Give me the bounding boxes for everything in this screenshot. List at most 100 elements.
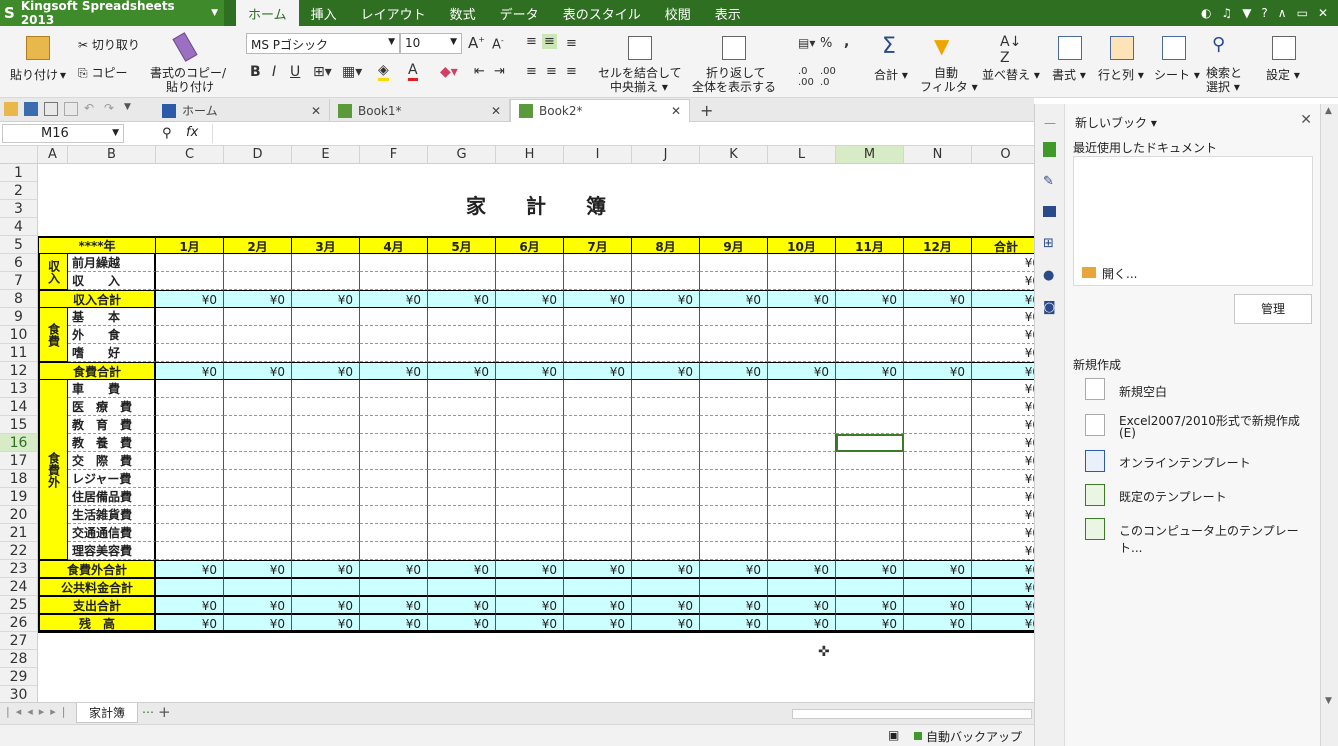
row-header[interactable]: 24 <box>0 578 38 596</box>
data-cell[interactable] <box>768 398 836 416</box>
data-cell[interactable] <box>156 308 224 326</box>
total-header-cell[interactable]: 合計 <box>972 236 1034 254</box>
menu-item[interactable]: 校閲 <box>653 0 703 26</box>
underline-icon[interactable]: U <box>290 64 300 80</box>
data-cell[interactable] <box>632 344 700 362</box>
data-cell[interactable] <box>564 506 632 524</box>
data-cell[interactable] <box>156 452 224 470</box>
row-header[interactable]: 13 <box>0 380 38 398</box>
data-cell[interactable] <box>768 452 836 470</box>
row-label-cell[interactable]: 嗜 好 <box>68 344 156 362</box>
data-cell[interactable] <box>224 326 292 344</box>
data-cell[interactable] <box>156 254 224 272</box>
scroll-down-icon[interactable]: ▼ <box>1325 696 1332 706</box>
data-cell[interactable] <box>496 488 564 506</box>
total-cell[interactable]: ¥0 <box>972 272 1034 290</box>
column-header[interactable]: M <box>836 146 904 164</box>
data-cell[interactable] <box>700 326 768 344</box>
column-header[interactable]: O <box>972 146 1034 164</box>
group-label-cell[interactable]: 食費 <box>38 308 68 362</box>
total-cell[interactable]: ¥0 <box>972 326 1034 344</box>
data-cell[interactable] <box>224 452 292 470</box>
data-cell[interactable] <box>836 344 904 362</box>
column-header[interactable]: B <box>68 146 156 164</box>
align-right-icon[interactable]: ≡ <box>566 64 577 79</box>
data-cell[interactable] <box>836 488 904 506</box>
sum-button[interactable]: 合計 ▾ <box>874 66 908 83</box>
select-icon[interactable] <box>1043 206 1056 217</box>
data-cell[interactable] <box>700 542 768 560</box>
data-cell[interactable] <box>496 452 564 470</box>
data-cell[interactable] <box>700 488 768 506</box>
data-cell[interactable] <box>428 380 496 398</box>
data-cell[interactable] <box>904 398 972 416</box>
font-color-icon[interactable]: A <box>408 62 418 81</box>
data-cell[interactable] <box>632 398 700 416</box>
data-cell[interactable] <box>904 470 972 488</box>
grand-total-cell[interactable]: ¥0 <box>972 560 1034 578</box>
total-data-cell[interactable]: ¥0 <box>156 560 224 578</box>
total-cell[interactable]: ¥0 <box>972 434 1034 452</box>
total-data-cell[interactable]: ¥0 <box>768 596 836 614</box>
data-cell[interactable] <box>904 524 972 542</box>
row-label-cell[interactable]: 収 入 <box>68 272 156 290</box>
total-data-cell[interactable]: ¥0 <box>292 362 360 380</box>
data-cell[interactable] <box>700 272 768 290</box>
data-cell[interactable] <box>428 326 496 344</box>
row-header[interactable]: 12 <box>0 362 38 380</box>
data-cell[interactable] <box>224 380 292 398</box>
data-cell[interactable] <box>700 452 768 470</box>
total-data-cell[interactable] <box>564 578 632 596</box>
data-cell[interactable] <box>224 542 292 560</box>
data-cell[interactable] <box>360 326 428 344</box>
row-label-cell[interactable]: 基 本 <box>68 308 156 326</box>
total-data-cell[interactable]: ¥0 <box>496 560 564 578</box>
manage-button[interactable]: 管理 <box>1234 294 1312 324</box>
data-cell[interactable] <box>156 434 224 452</box>
close-tab-icon[interactable]: ✕ <box>671 104 681 118</box>
data-cell[interactable] <box>156 380 224 398</box>
sort-button[interactable]: 並べ替え ▾ <box>982 66 1040 83</box>
data-cell[interactable] <box>428 308 496 326</box>
menu-item[interactable]: レイアウト <box>349 0 438 26</box>
data-cell[interactable] <box>292 434 360 452</box>
save-status-icon[interactable]: ▣ <box>888 728 899 742</box>
total-data-cell[interactable]: ¥0 <box>360 290 428 308</box>
total-data-cell[interactable]: ¥0 <box>224 560 292 578</box>
total-data-cell[interactable] <box>632 578 700 596</box>
currency-icon[interactable]: ▤▾ <box>798 36 815 50</box>
row-header[interactable]: 16 <box>0 434 38 452</box>
row-header[interactable]: 6 <box>0 254 38 272</box>
month-header-cell[interactable]: 8月 <box>632 236 700 254</box>
data-cell[interactable] <box>496 542 564 560</box>
data-cell[interactable] <box>564 326 632 344</box>
data-cell[interactable] <box>156 506 224 524</box>
data-cell[interactable] <box>700 470 768 488</box>
row-header[interactable]: 19 <box>0 488 38 506</box>
total-row-label-cell[interactable]: 食費外合計 <box>38 560 156 578</box>
total-data-cell[interactable] <box>292 578 360 596</box>
data-cell[interactable] <box>428 542 496 560</box>
row-label-cell[interactable]: 交通通信費 <box>68 524 156 542</box>
data-cell[interactable] <box>156 542 224 560</box>
scroll-up-icon[interactable]: ▲ <box>1325 106 1332 116</box>
month-header-cell[interactable]: 1月 <box>156 236 224 254</box>
row-label-cell[interactable]: 住居備品費 <box>68 488 156 506</box>
total-data-cell[interactable]: ¥0 <box>156 596 224 614</box>
total-data-cell[interactable] <box>360 578 428 596</box>
grand-total-cell[interactable]: ¥0 <box>972 362 1034 380</box>
data-cell[interactable] <box>564 524 632 542</box>
data-cell[interactable] <box>904 344 972 362</box>
vertical-scrollbar[interactable]: ▲ ▼ <box>1320 104 1338 746</box>
data-cell[interactable] <box>496 272 564 290</box>
row-label-cell[interactable]: 医 療 費 <box>68 398 156 416</box>
column-header[interactable]: D <box>224 146 292 164</box>
fill-color-icon[interactable]: ◈ <box>378 62 389 81</box>
row-header[interactable]: 4 <box>0 218 38 236</box>
data-cell[interactable] <box>564 452 632 470</box>
data-cell[interactable] <box>496 434 564 452</box>
data-cell[interactable] <box>224 524 292 542</box>
total-data-cell[interactable]: ¥0 <box>904 596 972 614</box>
data-cell[interactable] <box>904 326 972 344</box>
row-header[interactable]: 7 <box>0 272 38 290</box>
